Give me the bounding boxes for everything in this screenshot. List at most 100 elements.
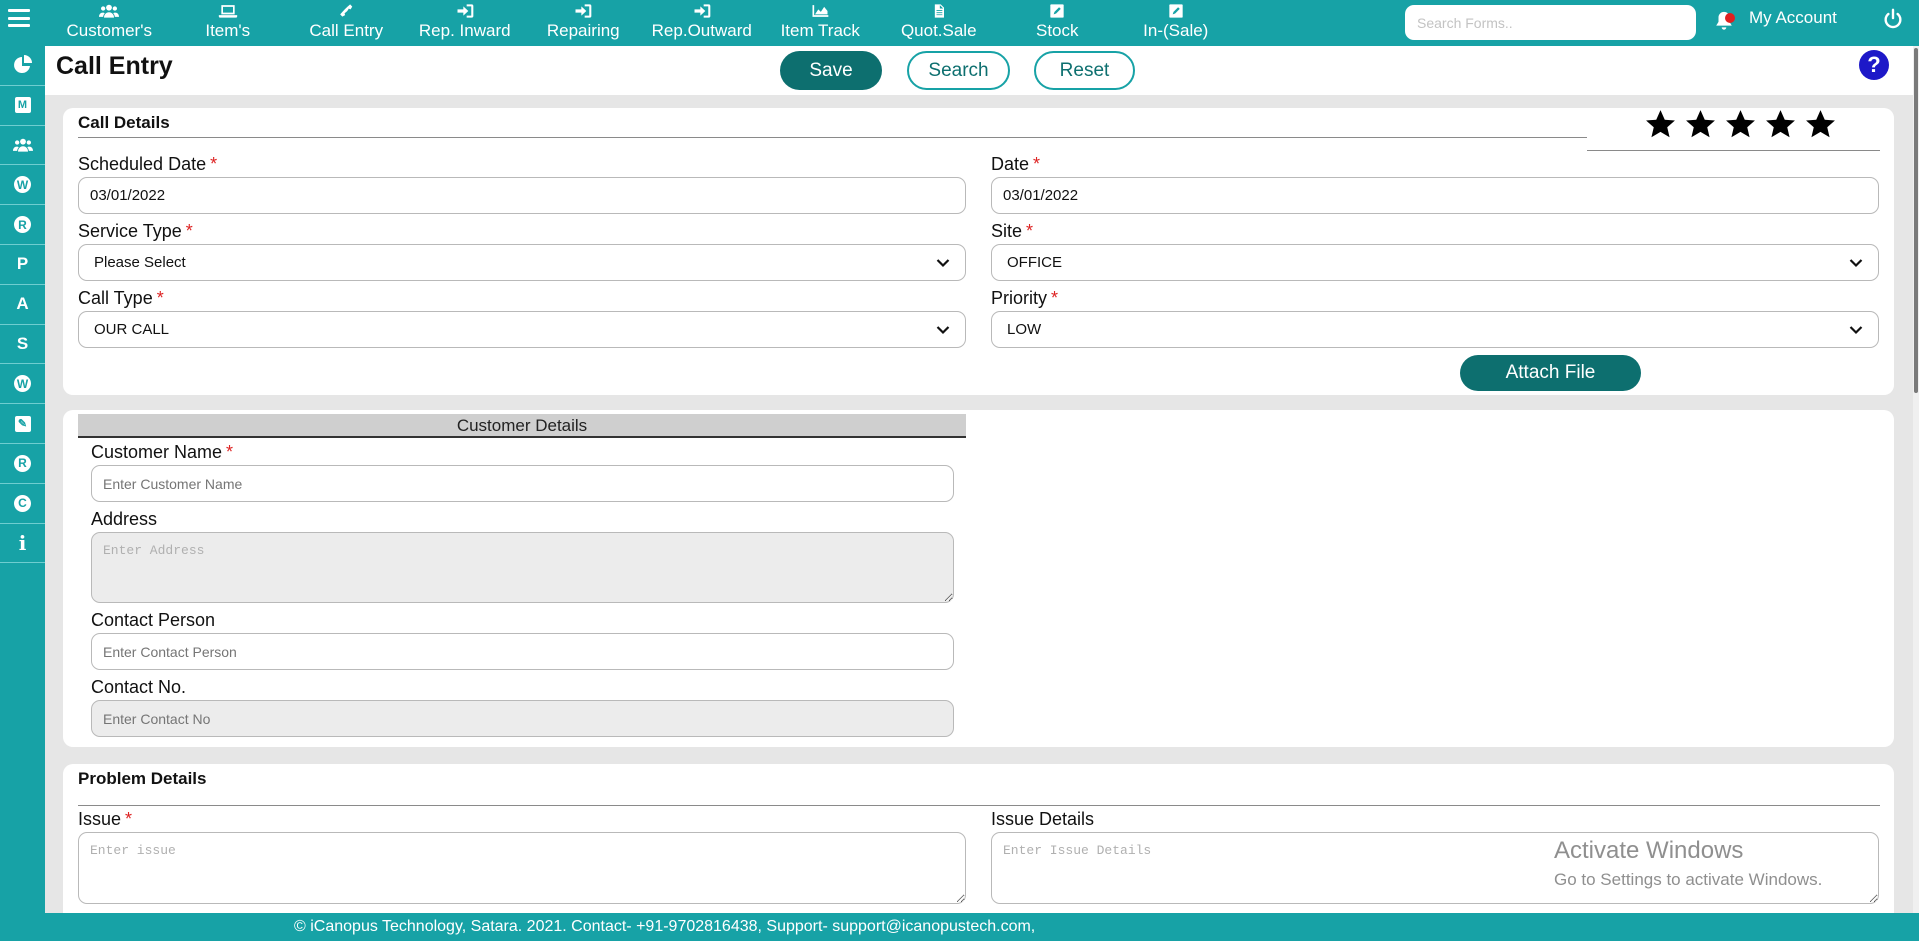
hamburger-menu-icon[interactable] xyxy=(8,8,30,28)
scrollbar-thumb[interactable] xyxy=(1914,48,1918,393)
customer-details-header: Customer Details xyxy=(78,414,966,438)
sidebar-item-m[interactable]: M xyxy=(0,86,45,126)
icon-sidebar: M W R P A S W ✎ R C i xyxy=(0,46,45,941)
nav-label: Item's xyxy=(205,21,251,40)
nav-item-rep-inward[interactable]: Rep. Inward xyxy=(406,0,525,46)
notification-dot xyxy=(1725,13,1735,23)
nav-item-rep-outward[interactable]: Rep.Outward xyxy=(643,0,762,46)
required-marker: * xyxy=(1026,221,1034,241)
contact-no-input[interactable] xyxy=(91,700,954,737)
priority-label: Priority * xyxy=(991,288,1058,309)
nav-item-stock[interactable]: Stock xyxy=(998,0,1117,46)
nav-label: Rep.Outward xyxy=(651,21,752,40)
r-circle-icon: R xyxy=(14,454,31,472)
edit-icon xyxy=(1166,2,1186,20)
search-button[interactable]: Search xyxy=(907,51,1010,90)
required-marker: * xyxy=(1051,288,1059,308)
sidebar-item-s[interactable]: S xyxy=(0,325,45,365)
select-value: Please Select xyxy=(94,254,186,271)
bell-icon[interactable] xyxy=(1713,10,1737,34)
call-type-select[interactable]: OUR CALL xyxy=(78,311,966,348)
problem-details-title: Problem Details xyxy=(78,769,207,788)
star-icon[interactable] xyxy=(1644,108,1677,141)
required-marker: * xyxy=(156,288,164,308)
power-icon[interactable] xyxy=(1882,8,1904,30)
s-letter-icon: S xyxy=(16,333,29,353)
a-letter-icon: A xyxy=(16,294,29,314)
nav-item-items[interactable]: Item's xyxy=(169,0,288,46)
search-forms-input[interactable] xyxy=(1405,5,1696,40)
save-button[interactable]: Save xyxy=(780,51,882,90)
label-text: Date xyxy=(991,154,1030,174)
label-text: Address xyxy=(91,509,158,529)
pie-chart-icon xyxy=(13,55,32,74)
users-icon xyxy=(99,2,120,20)
sidebar-item-users[interactable] xyxy=(0,126,45,166)
main-nav: Customer's Item's Call Entry Rep. Inward… xyxy=(50,0,1235,46)
nav-label: Item Track xyxy=(780,21,860,40)
chevron-down-icon xyxy=(1849,258,1863,267)
customer-name-label: Customer Name * xyxy=(91,442,233,463)
sidebar-item-pinterest[interactable]: P xyxy=(0,245,45,285)
nav-item-in-sale[interactable]: In-(Sale) xyxy=(1117,0,1236,46)
nav-item-quot-sale[interactable]: Quot.Sale xyxy=(880,0,999,46)
sign-in-icon xyxy=(455,2,475,20)
required-marker: * xyxy=(210,154,218,174)
attach-file-button[interactable]: Attach File xyxy=(1460,355,1641,391)
star-icon[interactable] xyxy=(1724,108,1757,141)
phone-icon xyxy=(336,2,356,20)
document-icon xyxy=(929,2,949,20)
nav-label: Stock xyxy=(1035,21,1079,40)
address-textarea[interactable] xyxy=(91,532,954,603)
contact-person-input[interactable] xyxy=(91,633,954,670)
my-account-link[interactable]: My Account xyxy=(1749,8,1837,28)
star-icon[interactable] xyxy=(1684,108,1717,141)
priority-select[interactable]: LOW xyxy=(991,311,1879,348)
service-type-select[interactable]: Please Select xyxy=(78,244,966,281)
reset-button[interactable]: Reset xyxy=(1034,51,1135,90)
edit-icon xyxy=(1047,2,1067,20)
select-value: OUR CALL xyxy=(94,321,170,338)
issue-details-label: Issue Details xyxy=(991,809,1094,830)
issue-details-textarea[interactable] xyxy=(991,832,1879,904)
activate-windows-title: Activate Windows xyxy=(1554,837,1744,864)
sidebar-item-a[interactable]: A xyxy=(0,285,45,325)
nav-item-repairing[interactable]: Repairing xyxy=(524,0,643,46)
label-text: Priority xyxy=(991,288,1048,308)
required-marker: * xyxy=(226,442,234,462)
sidebar-item-c[interactable]: C xyxy=(0,484,45,524)
required-marker: * xyxy=(185,221,193,241)
nav-item-customers[interactable]: Customer's xyxy=(50,0,169,46)
footer-text: © iCanopus Technology, Satara. 2021. Con… xyxy=(294,918,1036,935)
sidebar-item-info[interactable]: i xyxy=(0,524,45,564)
section-divider xyxy=(78,805,1880,806)
sidebar-item-r[interactable]: R xyxy=(0,205,45,245)
section-divider xyxy=(78,137,1587,138)
sidebar-item-wordpress[interactable]: W xyxy=(0,165,45,206)
date-field[interactable]: 03/01/2022 xyxy=(991,177,1879,214)
wordpress-icon: W xyxy=(14,176,31,194)
label-text: Site xyxy=(991,221,1023,241)
nav-item-call-entry[interactable]: Call Entry xyxy=(287,0,406,46)
sidebar-item-dashboard[interactable] xyxy=(0,46,45,86)
star-icon[interactable] xyxy=(1804,108,1837,141)
activate-windows-subtitle: Go to Settings to activate Windows. xyxy=(1554,870,1823,889)
site-label: Site * xyxy=(991,221,1033,242)
c-circle-icon: C xyxy=(14,494,31,512)
wordpress-icon: W xyxy=(14,375,31,393)
nav-label: Customer's xyxy=(66,21,152,40)
sidebar-item-edit[interactable]: ✎ xyxy=(0,404,45,444)
issue-textarea[interactable] xyxy=(78,832,966,904)
nav-label: Rep. Inward xyxy=(418,21,511,40)
label-text: Contact Person xyxy=(91,610,216,630)
sidebar-item-r-2[interactable]: R xyxy=(0,444,45,484)
laptop-icon xyxy=(218,2,238,20)
sidebar-item-wordpress-2[interactable]: W xyxy=(0,364,45,405)
customer-name-input[interactable] xyxy=(91,465,954,502)
help-icon[interactable]: ? xyxy=(1859,50,1889,80)
select-value: LOW xyxy=(1007,321,1042,338)
star-icon[interactable] xyxy=(1764,108,1797,141)
scheduled-date-field[interactable]: 03/01/2022 xyxy=(78,177,966,214)
site-select[interactable]: OFFICE xyxy=(991,244,1879,281)
nav-item-item-track[interactable]: Item Track xyxy=(761,0,880,46)
